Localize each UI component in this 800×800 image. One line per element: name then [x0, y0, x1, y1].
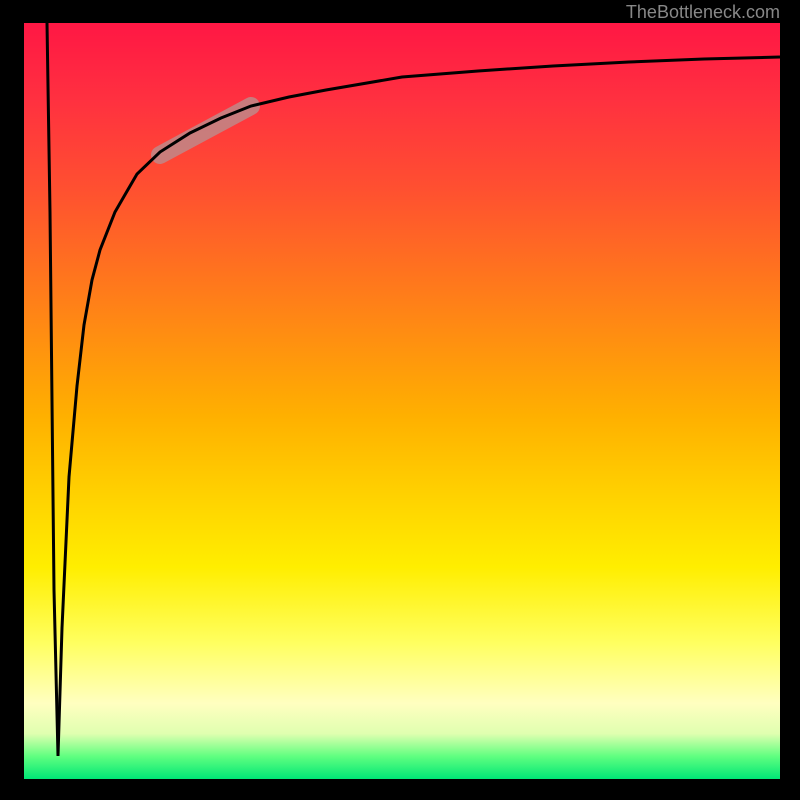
curve-descending [47, 23, 58, 756]
highlight-segment [160, 106, 251, 155]
plot-area [24, 23, 780, 779]
attribution-text: TheBottleneck.com [626, 2, 780, 23]
curve-svg [24, 23, 780, 779]
curve-ascending [58, 57, 780, 756]
chart-container: TheBottleneck.com [0, 0, 800, 800]
